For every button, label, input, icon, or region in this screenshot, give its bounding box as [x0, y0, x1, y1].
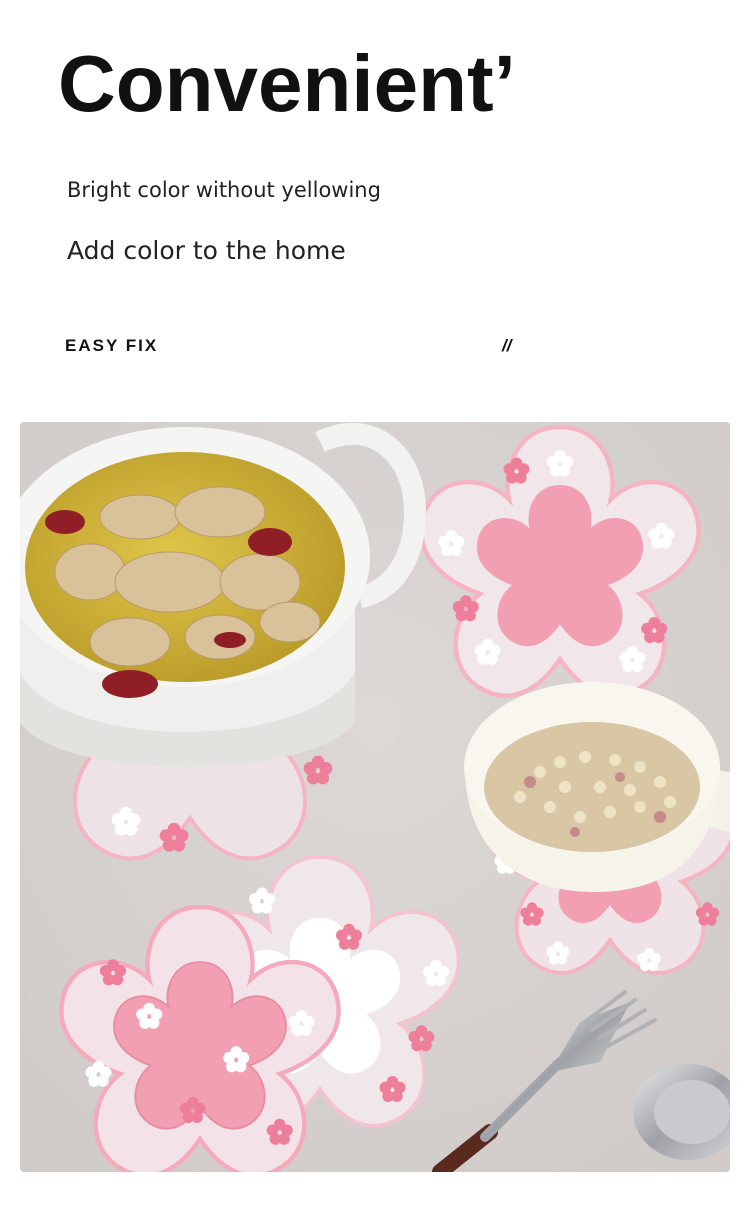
feature-subtitle-home: Add color to the home — [67, 236, 346, 265]
feature-subtitle-color: Bright color without yellowing — [67, 178, 381, 202]
divider-mark: // — [502, 336, 512, 355]
product-photo-illustration — [20, 422, 730, 1172]
page-title: Convenient’ — [58, 39, 516, 128]
product-photo — [20, 422, 730, 1172]
easy-fix-label: EASY FIX — [65, 336, 159, 355]
